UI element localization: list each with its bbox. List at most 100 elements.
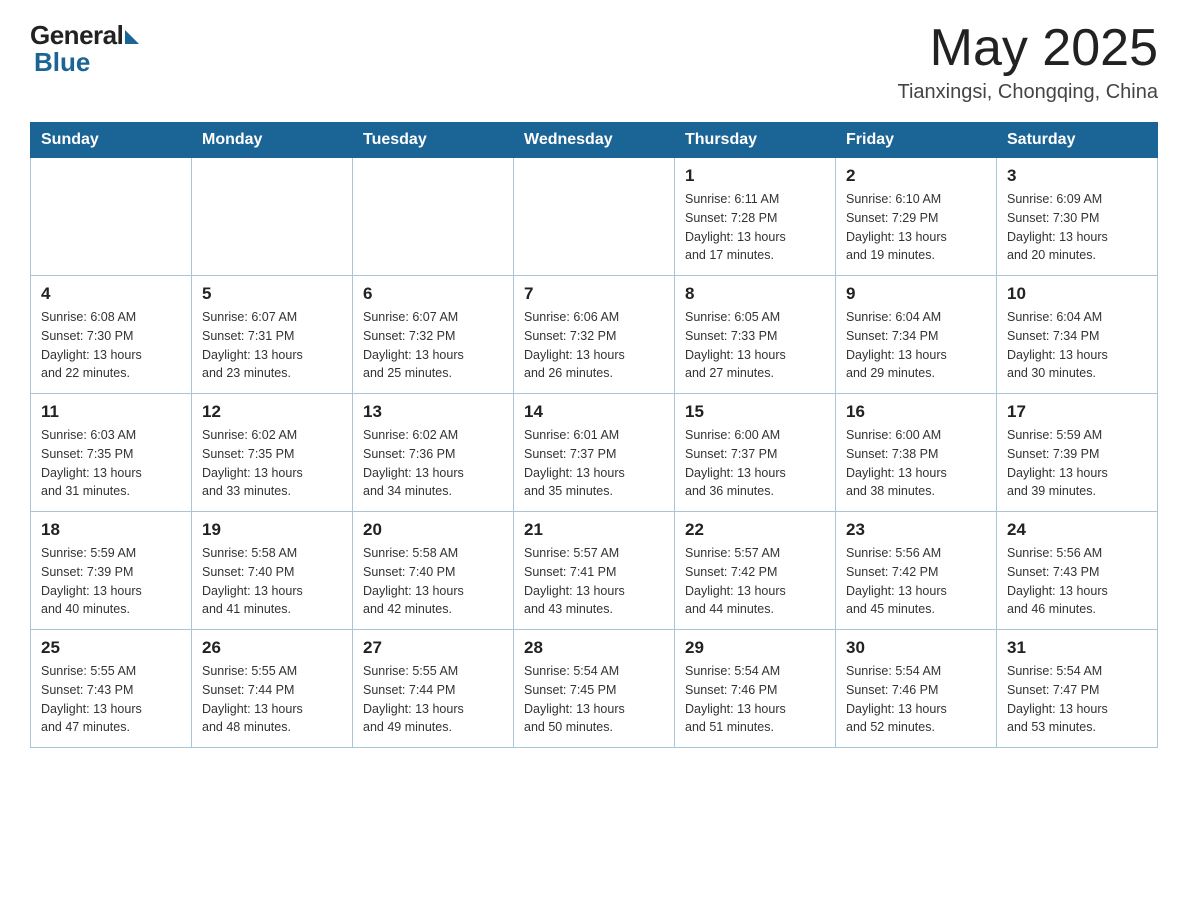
day-info: Sunrise: 5:54 AM Sunset: 7:47 PM Dayligh…: [1007, 662, 1147, 737]
calendar-cell: 11Sunrise: 6:03 AM Sunset: 7:35 PM Dayli…: [31, 394, 192, 512]
calendar-table: SundayMondayTuesdayWednesdayThursdayFrid…: [30, 122, 1158, 748]
day-number: 2: [846, 166, 986, 186]
week-row-4: 18 Sunrise: 5:59 AM Sunset: 7:39 PM Dayli…: [31, 512, 1158, 630]
calendar-cell: 14 Sunrise: 6:01 AM Sunset: 7:37 PM Dayli…: [514, 394, 675, 512]
day-number: 14: [524, 402, 664, 422]
calendar-cell: 10 Sunrise: 6:04 AM Sunset: 7:34 PM Dayli…: [997, 276, 1158, 394]
weekday-header-row: SundayMondayTuesdayWednesdayThursdayFrid…: [31, 123, 1158, 158]
day-number: 30: [846, 638, 986, 658]
calendar-cell: 8 Sunrise: 6:05 AM Sunset: 7:33 PM Daylig…: [675, 276, 836, 394]
calendar-cell: [514, 158, 675, 276]
day-info: Sunrise: 5:57 AM Sunset: 7:42 PM Dayligh…: [685, 544, 825, 619]
day-number: 18: [41, 520, 181, 540]
day-number: 1: [685, 166, 825, 186]
day-info: Sunrise: 6:07 AM Sunset: 7:31 PM Dayligh…: [202, 308, 342, 383]
calendar-cell: 25Sunrise: 5:55 AM Sunset: 7:43 PM Dayli…: [31, 630, 192, 748]
calendar-cell: 17Sunrise: 5:59 AM Sunset: 7:39 PM Dayli…: [997, 394, 1158, 512]
day-number: 10: [1007, 284, 1147, 304]
day-info: Sunrise: 6:02 AM Sunset: 7:36 PM Dayligh…: [363, 426, 503, 501]
weekday-header-wednesday: Wednesday: [514, 123, 675, 158]
calendar-cell: 3 Sunrise: 6:09 AM Sunset: 7:30 PM Daylig…: [997, 158, 1158, 276]
calendar-title: May 2025: [897, 20, 1158, 77]
calendar-cell: 21 Sunrise: 5:57 AM Sunset: 7:41 PM Dayli…: [514, 512, 675, 630]
day-number: 27: [363, 638, 503, 658]
day-info: Sunrise: 6:06 AM Sunset: 7:32 PM Dayligh…: [524, 308, 664, 383]
day-number: 21: [524, 520, 664, 540]
weekday-header-saturday: Saturday: [997, 123, 1158, 158]
day-info: Sunrise: 6:01 AM Sunset: 7:37 PM Dayligh…: [524, 426, 664, 501]
weekday-header-friday: Friday: [836, 123, 997, 158]
day-info: Sunrise: 5:56 AM Sunset: 7:42 PM Dayligh…: [846, 544, 986, 619]
day-info: Sunrise: 5:58 AM Sunset: 7:40 PM Dayligh…: [363, 544, 503, 619]
calendar-cell: 6Sunrise: 6:07 AM Sunset: 7:32 PM Daylig…: [353, 276, 514, 394]
day-info: Sunrise: 5:58 AM Sunset: 7:40 PM Dayligh…: [202, 544, 342, 619]
day-number: 7: [524, 284, 664, 304]
day-info: Sunrise: 6:04 AM Sunset: 7:34 PM Dayligh…: [1007, 308, 1147, 383]
day-info: Sunrise: 5:55 AM Sunset: 7:44 PM Dayligh…: [363, 662, 503, 737]
calendar-cell: 29Sunrise: 5:54 AM Sunset: 7:46 PM Dayli…: [675, 630, 836, 748]
day-number: 12: [202, 402, 342, 422]
calendar-cell: 28Sunrise: 5:54 AM Sunset: 7:45 PM Dayli…: [514, 630, 675, 748]
calendar-cell: [353, 158, 514, 276]
day-number: 8: [685, 284, 825, 304]
day-info: Sunrise: 6:04 AM Sunset: 7:34 PM Dayligh…: [846, 308, 986, 383]
day-info: Sunrise: 6:09 AM Sunset: 7:30 PM Dayligh…: [1007, 190, 1147, 265]
calendar-cell: [31, 158, 192, 276]
calendar-cell: 2 Sunrise: 6:10 AM Sunset: 7:29 PM Daylig…: [836, 158, 997, 276]
week-row-1: 1 Sunrise: 6:11 AM Sunset: 7:28 PM Daylig…: [31, 158, 1158, 276]
calendar-cell: 13 Sunrise: 6:02 AM Sunset: 7:36 PM Dayli…: [353, 394, 514, 512]
calendar-cell: 23 Sunrise: 5:56 AM Sunset: 7:42 PM Dayli…: [836, 512, 997, 630]
calendar-cell: 12 Sunrise: 6:02 AM Sunset: 7:35 PM Dayli…: [192, 394, 353, 512]
day-number: 26: [202, 638, 342, 658]
day-info: Sunrise: 6:00 AM Sunset: 7:38 PM Dayligh…: [846, 426, 986, 501]
day-number: 19: [202, 520, 342, 540]
day-number: 24: [1007, 520, 1147, 540]
day-info: Sunrise: 6:00 AM Sunset: 7:37 PM Dayligh…: [685, 426, 825, 501]
day-info: Sunrise: 6:10 AM Sunset: 7:29 PM Dayligh…: [846, 190, 986, 265]
calendar-cell: 20 Sunrise: 5:58 AM Sunset: 7:40 PM Dayli…: [353, 512, 514, 630]
day-info: Sunrise: 5:59 AM Sunset: 7:39 PM Dayligh…: [41, 544, 181, 619]
day-number: 15: [685, 402, 825, 422]
weekday-header-sunday: Sunday: [31, 123, 192, 158]
day-info: Sunrise: 6:03 AM Sunset: 7:35 PM Dayligh…: [41, 426, 181, 501]
calendar-cell: 5 Sunrise: 6:07 AM Sunset: 7:31 PM Daylig…: [192, 276, 353, 394]
weekday-header-monday: Monday: [192, 123, 353, 158]
logo-blue-text: Blue: [34, 47, 90, 78]
day-number: 4: [41, 284, 181, 304]
title-block: May 2025 Tianxingsi, Chongqing, China: [897, 20, 1158, 104]
day-number: 6: [363, 284, 503, 304]
week-row-3: 11Sunrise: 6:03 AM Sunset: 7:35 PM Dayli…: [31, 394, 1158, 512]
calendar-cell: 4Sunrise: 6:08 AM Sunset: 7:30 PM Daylig…: [31, 276, 192, 394]
calendar-cell: 7 Sunrise: 6:06 AM Sunset: 7:32 PM Daylig…: [514, 276, 675, 394]
day-info: Sunrise: 5:56 AM Sunset: 7:43 PM Dayligh…: [1007, 544, 1147, 619]
calendar-cell: 31 Sunrise: 5:54 AM Sunset: 7:47 PM Dayli…: [997, 630, 1158, 748]
week-row-5: 25Sunrise: 5:55 AM Sunset: 7:43 PM Dayli…: [31, 630, 1158, 748]
calendar-location: Tianxingsi, Chongqing, China: [897, 81, 1158, 104]
calendar-cell: 26 Sunrise: 5:55 AM Sunset: 7:44 PM Dayli…: [192, 630, 353, 748]
day-number: 23: [846, 520, 986, 540]
weekday-header-tuesday: Tuesday: [353, 123, 514, 158]
day-info: Sunrise: 6:11 AM Sunset: 7:28 PM Dayligh…: [685, 190, 825, 265]
page-header: General Blue May 2025 Tianxingsi, Chongq…: [30, 20, 1158, 104]
calendar-cell: 22 Sunrise: 5:57 AM Sunset: 7:42 PM Dayli…: [675, 512, 836, 630]
day-info: Sunrise: 5:57 AM Sunset: 7:41 PM Dayligh…: [524, 544, 664, 619]
day-number: 20: [363, 520, 503, 540]
calendar-cell: [192, 158, 353, 276]
calendar-cell: 16Sunrise: 6:00 AM Sunset: 7:38 PM Dayli…: [836, 394, 997, 512]
day-info: Sunrise: 6:02 AM Sunset: 7:35 PM Dayligh…: [202, 426, 342, 501]
day-number: 5: [202, 284, 342, 304]
calendar-cell: 30 Sunrise: 5:54 AM Sunset: 7:46 PM Dayli…: [836, 630, 997, 748]
day-info: Sunrise: 5:55 AM Sunset: 7:43 PM Dayligh…: [41, 662, 181, 737]
calendar-cell: 27 Sunrise: 5:55 AM Sunset: 7:44 PM Dayli…: [353, 630, 514, 748]
day-number: 3: [1007, 166, 1147, 186]
day-number: 13: [363, 402, 503, 422]
day-info: Sunrise: 5:54 AM Sunset: 7:46 PM Dayligh…: [846, 662, 986, 737]
day-info: Sunrise: 5:55 AM Sunset: 7:44 PM Dayligh…: [202, 662, 342, 737]
day-number: 9: [846, 284, 986, 304]
day-number: 31: [1007, 638, 1147, 658]
day-info: Sunrise: 6:05 AM Sunset: 7:33 PM Dayligh…: [685, 308, 825, 383]
day-number: 17: [1007, 402, 1147, 422]
day-number: 22: [685, 520, 825, 540]
calendar-cell: 24 Sunrise: 5:56 AM Sunset: 7:43 PM Dayli…: [997, 512, 1158, 630]
day-number: 29: [685, 638, 825, 658]
